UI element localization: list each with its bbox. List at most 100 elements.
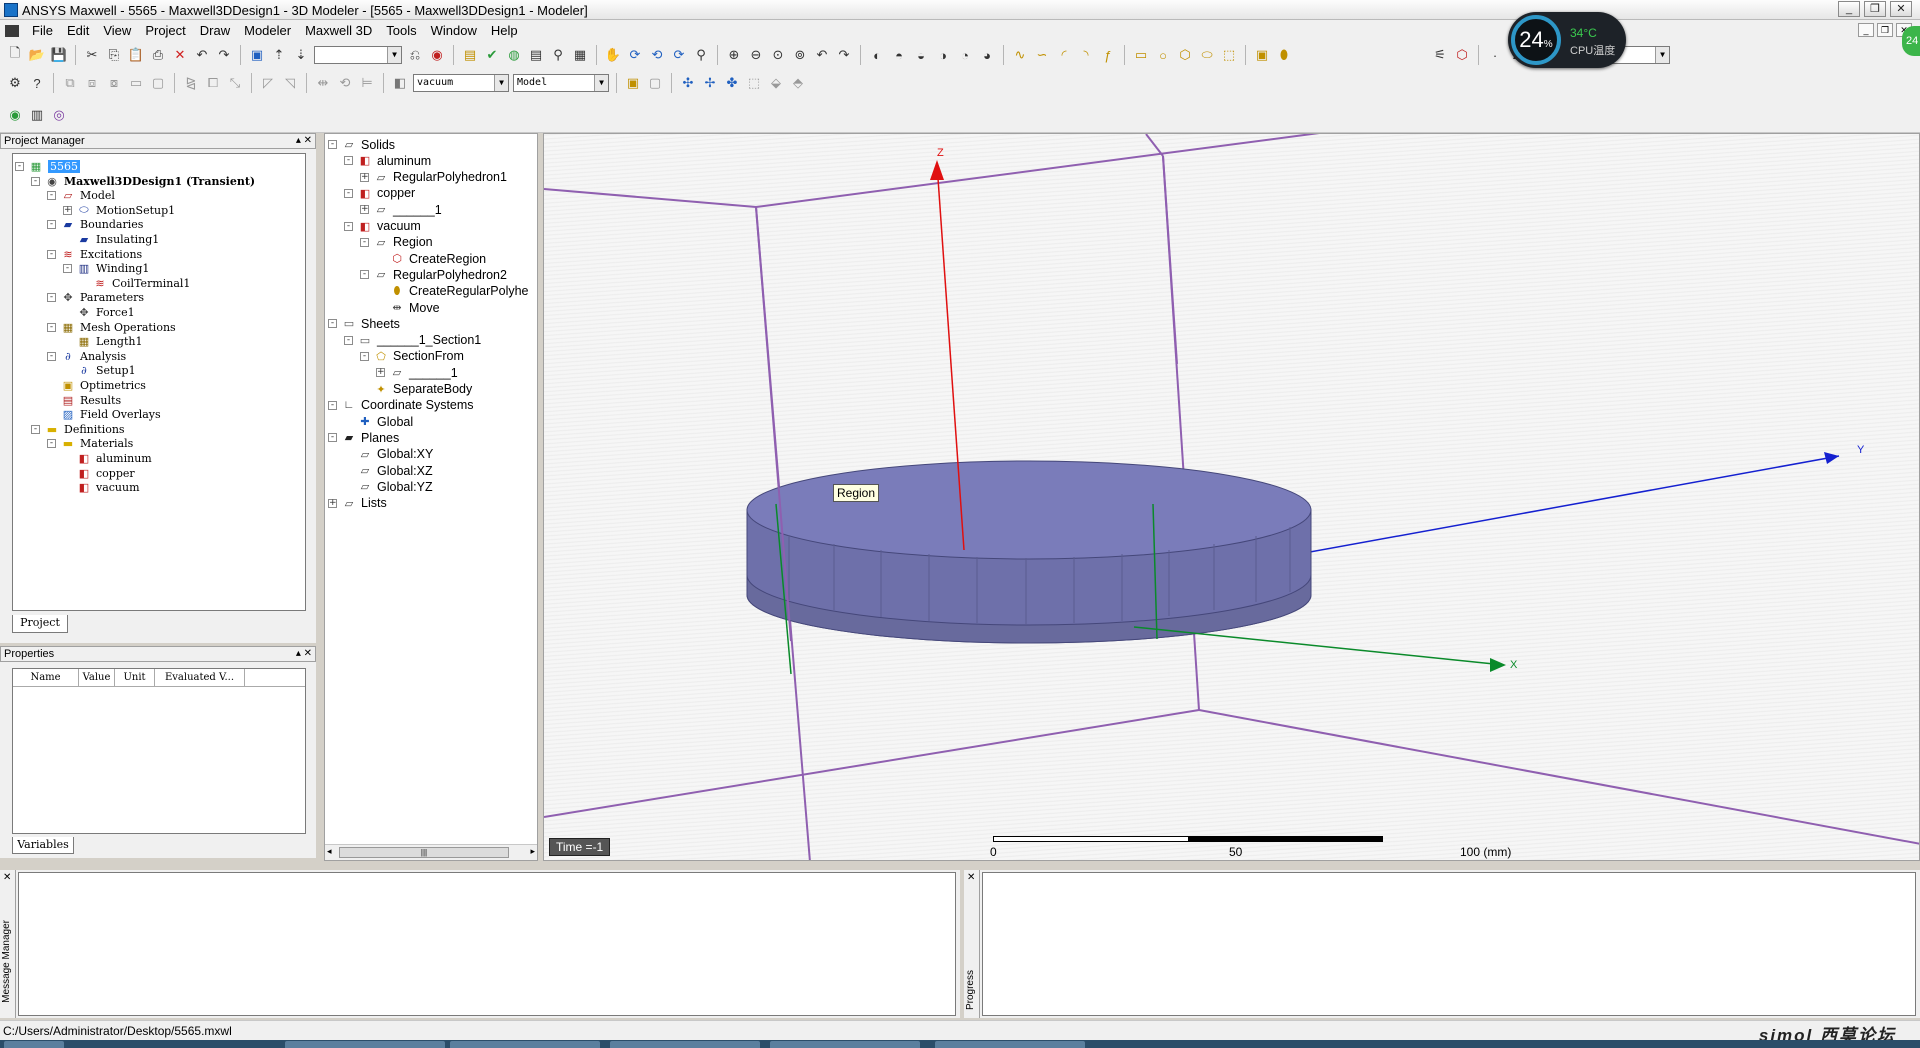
message-list[interactable] xyxy=(18,872,956,1016)
help-icon[interactable]: ? xyxy=(28,74,46,92)
horizontal-scrollbar[interactable]: ◂ ||| ▸ xyxy=(325,844,537,860)
rotor-disc[interactable] xyxy=(746,460,1312,644)
taskbar-item[interactable] xyxy=(450,1041,600,1048)
validate-icon[interactable]: ◉ xyxy=(428,46,446,64)
taskbar-item[interactable] xyxy=(935,1041,1085,1048)
tree-item[interactable]: ⇹ Move xyxy=(376,299,439,316)
collapse-icon[interactable]: - xyxy=(328,433,337,443)
tree-item[interactable]: ▱ Global:YZ xyxy=(344,478,433,495)
save-icon[interactable]: 💾 xyxy=(50,46,68,64)
snap-quadrant-icon[interactable]: ⬙ xyxy=(767,74,785,92)
print-icon[interactable]: ⎙ xyxy=(149,46,167,64)
redo-icon[interactable]: ↷ xyxy=(215,46,233,64)
collapse-icon[interactable]: - xyxy=(63,264,72,274)
column-value[interactable]: Value xyxy=(79,669,115,686)
pan-icon[interactable]: ✋ xyxy=(604,46,622,64)
tree-item[interactable]: - ◧ aluminum xyxy=(344,152,431,169)
draw-circle-icon[interactable]: ○ xyxy=(1154,46,1172,64)
collapse-icon[interactable]: - xyxy=(15,162,24,171)
material-dropdown[interactable]: vacuum ▼ xyxy=(413,74,509,92)
select-icon[interactable]: ▣ xyxy=(248,46,266,64)
maximize-button[interactable]: ❐ xyxy=(1864,1,1886,17)
properties-table[interactable]: Name Value Unit Evaluated V... xyxy=(12,668,306,834)
collapse-icon[interactable]: - xyxy=(328,400,337,410)
subtract-icon[interactable]: ⧈ xyxy=(83,74,101,92)
cpu-monitor-widget[interactable]: 24% 34°C CPU温度 xyxy=(1508,12,1626,68)
split-icon[interactable]: ▭ xyxy=(127,74,145,92)
rotate-local-icon[interactable]: ⟲ xyxy=(648,46,666,64)
transparent-icon[interactable]: ◕ xyxy=(978,46,996,64)
tree-item[interactable]: - ∟ Coordinate Systems xyxy=(328,397,474,414)
close-icon[interactable]: ✕ xyxy=(3,872,11,883)
filter-icon[interactable]: ⎌ xyxy=(406,46,424,64)
view-redo-icon[interactable]: ↷ xyxy=(835,46,853,64)
model-dropdown[interactable]: Model ▼ xyxy=(513,74,609,92)
draw-arc-icon[interactable]: ◜ xyxy=(1055,46,1073,64)
collapse-icon[interactable]: - xyxy=(328,319,337,329)
sweep-icon[interactable]: ◸ xyxy=(259,74,277,92)
collapse-icon[interactable]: - xyxy=(360,270,369,280)
snap-center-icon[interactable]: ✤ xyxy=(723,74,741,92)
zoom-icon[interactable]: ⚲ xyxy=(692,46,710,64)
draw-polygon-icon[interactable]: ⬡ xyxy=(1176,46,1194,64)
collapse-icon[interactable]: - xyxy=(47,293,56,303)
collapse-icon[interactable]: - xyxy=(47,191,56,201)
section-icon[interactable]: ◹ xyxy=(281,74,299,92)
menu-modeler[interactable]: Modeler xyxy=(237,23,298,38)
move-down-icon[interactable]: ⇣ xyxy=(292,46,310,64)
menu-maxwell-3d[interactable]: Maxwell 3D xyxy=(298,23,379,38)
field-icon[interactable]: ⚲ xyxy=(549,46,567,64)
minimize-button[interactable]: _ xyxy=(1838,1,1860,17)
snap-vertex-icon[interactable]: ✣ xyxy=(679,74,697,92)
orbit-icon[interactable]: ⟳ xyxy=(670,46,688,64)
grid-icon[interactable]: ▦ xyxy=(571,46,589,64)
shade-icon[interactable]: ◑ xyxy=(934,46,952,64)
draw-ellipse-icon[interactable]: ⬭ xyxy=(1198,46,1216,64)
snap-edge-icon[interactable]: ✢ xyxy=(701,74,719,92)
snap-face-icon[interactable]: ⬚ xyxy=(745,74,763,92)
snap-icon[interactable]: ▣ xyxy=(624,74,642,92)
show-icon[interactable]: ◓ xyxy=(890,46,908,64)
taskbar-item[interactable] xyxy=(610,1041,760,1048)
draw-rectangle-icon[interactable]: ▭ xyxy=(1132,46,1150,64)
delete-icon[interactable]: ✕ xyxy=(171,46,189,64)
tree-item[interactable]: + ▱ ______1 xyxy=(360,201,442,218)
collapse-icon[interactable]: - xyxy=(31,424,40,434)
collapse-icon[interactable]: - xyxy=(31,176,40,186)
wireframe-icon[interactable]: ◔ xyxy=(956,46,974,64)
collapse-icon[interactable]: - xyxy=(344,221,353,231)
model-tree-panel[interactable]: - ▱ Solids - ◧ aluminum + ▱ RegularPolyhedron1- ◧… xyxy=(324,133,538,861)
snap-grid-icon[interactable]: ▢ xyxy=(646,74,664,92)
tree-item[interactable]: ⬮ CreateRegularPolyhe xyxy=(376,283,529,300)
expand-icon[interactable]: + xyxy=(63,205,72,215)
view-options-icon[interactable]: ◐ xyxy=(868,46,886,64)
notification-badge[interactable]: 24 xyxy=(1902,26,1920,56)
duplicate-icon[interactable]: ⧠ xyxy=(204,74,222,92)
draw-spline-icon[interactable]: ∽ xyxy=(1033,46,1051,64)
selection-dropdown[interactable]: ▼ xyxy=(314,46,402,64)
tree-item[interactable]: - ⬠ SectionFrom xyxy=(360,348,464,365)
ansys-icon[interactable]: ◎ xyxy=(50,106,68,124)
zoom-out-icon[interactable]: ⊖ xyxy=(747,46,765,64)
collapse-icon[interactable]: - xyxy=(47,351,56,361)
measure-icon[interactable]: ⚟ xyxy=(1431,46,1449,64)
undo-icon[interactable]: ↶ xyxy=(193,46,211,64)
expand-icon[interactable]: + xyxy=(328,498,337,508)
tree-item[interactable]: + ▱ RegularPolyhedron1 xyxy=(360,169,507,186)
mdi-minimize-button[interactable]: _ xyxy=(1858,23,1874,37)
menu-file[interactable]: File xyxy=(25,23,60,38)
point-icon[interactable]: · xyxy=(1486,46,1504,64)
unite-icon[interactable]: ⧉ xyxy=(61,74,79,92)
report-icon[interactable]: ▤ xyxy=(527,46,545,64)
expand-icon[interactable]: + xyxy=(360,172,369,182)
tree-item[interactable]: ▱ Global:XZ xyxy=(344,462,433,479)
tree-item[interactable]: - ▭ Sheets xyxy=(328,315,400,332)
intersect-icon[interactable]: ⧇ xyxy=(105,74,123,92)
excitation-icon[interactable]: ▤ xyxy=(461,46,479,64)
draw-equation-icon[interactable]: ƒ xyxy=(1099,46,1117,64)
draw-line-icon[interactable]: ∿ xyxy=(1011,46,1029,64)
draw-cylinder-icon[interactable]: ⬮ xyxy=(1275,46,1293,64)
column-name[interactable]: Name xyxy=(13,669,79,686)
tree-item[interactable]: - ▱ Region xyxy=(360,234,433,251)
rotate-object-icon[interactable]: ⟲ xyxy=(336,74,354,92)
